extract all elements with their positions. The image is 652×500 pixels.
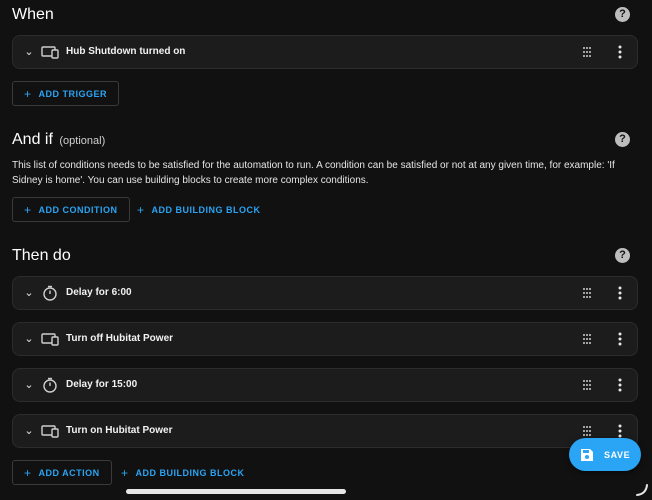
and-if-title: And if xyxy=(12,131,53,148)
add-building-block-label: ADD BUILDING BLOCK xyxy=(151,204,261,215)
chevron-down-icon[interactable]: ⌄ xyxy=(22,424,36,438)
add-trigger-label: ADD TRIGGER xyxy=(38,88,108,99)
action-card[interactable]: ⌄ Delay for 6:00 xyxy=(12,276,638,310)
plus-icon: + xyxy=(24,86,32,101)
drag-handle-icon[interactable] xyxy=(582,333,592,345)
chevron-down-icon[interactable]: ⌄ xyxy=(22,45,36,59)
device-icon xyxy=(41,425,59,438)
timer-icon xyxy=(43,285,57,301)
home-indicator[interactable] xyxy=(126,489,346,494)
drag-handle-icon[interactable] xyxy=(582,425,592,437)
chevron-down-icon[interactable]: ⌄ xyxy=(22,332,36,346)
action-card[interactable]: ⌄ Delay for 15:00 xyxy=(12,368,638,402)
more-options-icon[interactable] xyxy=(617,378,623,392)
more-options-icon[interactable] xyxy=(617,332,623,346)
more-options-icon[interactable] xyxy=(617,45,623,59)
action-card[interactable]: ⌄ Turn off Hubitat Power xyxy=(12,322,638,356)
drag-handle-icon[interactable] xyxy=(582,379,592,391)
chevron-down-icon[interactable]: ⌄ xyxy=(22,286,36,300)
then-do-heading: Then do xyxy=(12,247,71,264)
action-card[interactable]: ⌄ Turn on Hubitat Power xyxy=(12,414,638,448)
save-label: SAVE xyxy=(604,449,631,460)
action-label: Delay for 15:00 xyxy=(66,379,138,390)
then-do-help-icon[interactable]: ? xyxy=(615,248,630,263)
timer-icon xyxy=(43,377,57,393)
and-if-heading: And if (optional) xyxy=(12,131,105,149)
resize-corner-icon xyxy=(636,484,648,496)
conditions-description: This list of conditions needs to be sati… xyxy=(12,160,615,186)
drag-handle-icon[interactable] xyxy=(582,46,592,58)
save-icon xyxy=(581,448,593,461)
plus-icon: + xyxy=(121,465,129,480)
trigger-label: Hub Shutdown turned on xyxy=(66,46,186,57)
add-condition-label: ADD CONDITION xyxy=(38,204,118,215)
and-if-help-icon[interactable]: ? xyxy=(615,132,630,147)
add-trigger-button[interactable]: + ADD TRIGGER xyxy=(12,81,120,106)
add-condition-building-block-button[interactable]: + ADD BUILDING BLOCK xyxy=(137,197,261,222)
plus-icon: + xyxy=(137,202,145,217)
action-label: Turn off Hubitat Power xyxy=(66,333,174,344)
when-help-icon[interactable]: ? xyxy=(615,7,630,22)
action-label: Delay for 6:00 xyxy=(66,287,132,298)
add-building-block-label: ADD BUILDING BLOCK xyxy=(135,467,245,478)
add-action-building-block-button[interactable]: + ADD BUILDING BLOCK xyxy=(121,460,245,485)
trigger-card[interactable]: ⌄ Hub Shutdown turned on xyxy=(12,35,638,69)
add-condition-button[interactable]: + ADD CONDITION xyxy=(12,197,130,222)
action-label: Turn on Hubitat Power xyxy=(66,425,173,436)
plus-icon: + xyxy=(24,465,32,480)
plus-icon: + xyxy=(24,202,32,217)
device-icon xyxy=(41,333,59,346)
more-options-icon[interactable] xyxy=(617,286,623,300)
more-options-icon[interactable] xyxy=(617,424,623,438)
save-button[interactable]: SAVE xyxy=(569,438,641,471)
optional-label: (optional) xyxy=(59,135,106,147)
drag-handle-icon[interactable] xyxy=(582,287,592,299)
add-action-label: ADD ACTION xyxy=(38,467,100,478)
device-icon xyxy=(41,46,59,59)
add-action-button[interactable]: + ADD ACTION xyxy=(12,460,112,485)
chevron-down-icon[interactable]: ⌄ xyxy=(22,378,36,392)
when-heading: When xyxy=(12,6,54,23)
